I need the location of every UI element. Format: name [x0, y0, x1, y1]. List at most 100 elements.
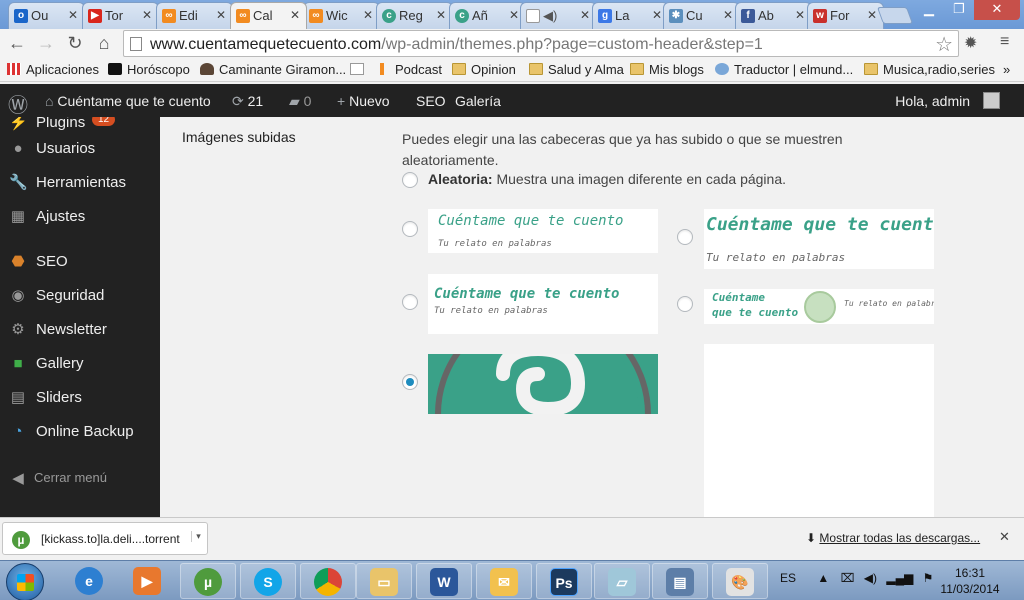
bookmark-page[interactable]	[350, 62, 369, 77]
tab-wp[interactable]: ✱ Cu ✕	[663, 2, 740, 29]
header-option-radio[interactable]	[677, 296, 693, 312]
sidebar-item-users[interactable]: ● Usuarios	[0, 133, 160, 163]
taskbar-media-player[interactable]: ▶	[120, 563, 176, 599]
account-greeting[interactable]: Hola, admin	[895, 93, 970, 109]
tab-site-reg[interactable]: c Reg ✕	[376, 2, 453, 29]
close-icon[interactable]: ✕	[436, 8, 446, 22]
random-header-radio[interactable]	[402, 172, 418, 188]
avatar[interactable]	[983, 92, 1000, 109]
show-all-downloads[interactable]: ⬇ Mostrar todas las descargas...	[806, 531, 980, 545]
sidebar-item-tools[interactable]: 🔧 Herramientas	[0, 167, 160, 197]
extension-icon[interactable]: ✹	[964, 33, 977, 53]
sidebar-item-settings[interactable]: ▦ Ajustes	[0, 201, 160, 231]
bookmark-star-icon[interactable]: ☆	[935, 32, 953, 57]
back-icon[interactable]: ←	[6, 32, 28, 54]
bookmark-apps[interactable]: Aplicaciones	[7, 62, 99, 77]
sidebar-item-sliders[interactable]: ▤ Sliders	[0, 382, 160, 412]
taskbar-chrome[interactable]	[300, 563, 356, 599]
taskbar-ie[interactable]: e	[62, 563, 118, 599]
bookmark-mis-blogs[interactable]: Mis blogs	[630, 62, 704, 77]
bookmark-musica[interactable]: Musica,radio,series	[864, 62, 995, 77]
taskbar-skype[interactable]: S	[240, 563, 296, 599]
sidebar-item-gallery[interactable]: ■ Gallery	[0, 348, 160, 378]
new-content-link[interactable]: + Nuevo	[337, 93, 390, 109]
download-item[interactable]: µ [kickass.to]la.deli....torrent ▾	[2, 522, 208, 555]
taskbar-paint[interactable]: 🎨	[712, 563, 768, 599]
tab-blogger-edit[interactable]: ∞ Edi ✕	[156, 2, 233, 29]
home-icon[interactable]: ⌂	[93, 32, 115, 54]
close-icon[interactable]: ✕	[999, 529, 1010, 545]
header-thumbnail[interactable]: Cuéntame que te cuento Tu relato en pala…	[428, 274, 658, 334]
bookmark-salud[interactable]: Salud y Alma	[529, 62, 624, 77]
tab-wunderground[interactable]: w For ✕	[807, 2, 884, 29]
signal-icon[interactable]: ▂▄▆	[886, 571, 913, 585]
taskbar-notepad[interactable]: ▱	[594, 563, 650, 599]
close-icon[interactable]: ✕	[652, 8, 662, 22]
close-icon[interactable]: ✕	[216, 8, 226, 22]
tab-site-an[interactable]: c Añ ✕	[449, 2, 526, 29]
site-name-link[interactable]: ⌂ Cuéntame que te cuento	[45, 93, 211, 109]
close-icon[interactable]: ✕	[867, 8, 877, 22]
volume-icon[interactable]: ◀)	[864, 571, 877, 585]
header-thumbnail[interactable]: Cuéntame que te cuento Tu relato en pala…	[704, 289, 934, 324]
header-thumbnail-logo[interactable]	[428, 354, 658, 414]
forward-icon[interactable]: →	[35, 32, 57, 54]
sidebar-item-online-backup[interactable]: ◔ Online Backup	[0, 416, 160, 446]
close-icon[interactable]: ✕	[290, 8, 300, 22]
gallery-link[interactable]: Galería	[455, 93, 501, 109]
menu-icon[interactable]: ≡	[1000, 33, 1009, 51]
tab-youtube[interactable]: ▶ Tor ✕	[82, 2, 159, 29]
header-option-radio[interactable]	[402, 221, 418, 237]
comments-link[interactable]: ▰ 0	[289, 93, 311, 110]
collapse-menu-button[interactable]: ◀ Cerrar menú	[0, 463, 160, 493]
close-window-button[interactable]: ✕	[974, 0, 1020, 20]
taskbar-outlook[interactable]: ✉	[476, 563, 532, 599]
maximize-button[interactable]: ❐	[944, 0, 974, 20]
tab-outlook[interactable]: o Ou ✕	[8, 2, 85, 29]
header-option-radio-selected[interactable]	[402, 374, 418, 390]
header-option-radio[interactable]	[677, 229, 693, 245]
sidebar-item-seo[interactable]: ⬣ SEO	[0, 246, 160, 276]
close-icon[interactable]: ✕	[580, 8, 590, 22]
bookmark-podcast[interactable]: Podcast	[380, 62, 442, 77]
header-thumbnail[interactable]: Cuéntame que te cuento Tu relato en pala…	[428, 209, 658, 253]
taskbar-presentation[interactable]: ▤	[652, 563, 708, 599]
header-thumbnail[interactable]: Cuéntame que te cuento Tu relato en pala…	[704, 209, 934, 269]
language-indicator[interactable]: ES	[780, 571, 796, 585]
sidebar-item-security[interactable]: ◉ Seguridad	[0, 280, 160, 310]
new-tab-button[interactable]	[876, 7, 914, 24]
tab-blogger-wic[interactable]: ∞ Wic ✕	[303, 2, 380, 29]
wordpress-logo-icon[interactable]: Ⓦ	[8, 89, 28, 118]
tab-facebook[interactable]: f Ab ✕	[735, 2, 812, 29]
close-icon[interactable]: ✕	[68, 8, 78, 22]
minimize-button[interactable]: ▁	[914, 0, 944, 20]
bookmark-opinion[interactable]: Opinion	[452, 62, 516, 77]
url-text[interactable]: www.cuentamequetecuento.com/wp-admin/the…	[150, 36, 763, 54]
tab-google[interactable]: g La ✕	[592, 2, 669, 29]
sidebar-item-newsletter[interactable]: ⚙ Newsletter	[0, 314, 160, 344]
close-icon[interactable]: ✕	[509, 8, 519, 22]
bookmark-traductor[interactable]: Traductor | elmund...	[715, 62, 853, 77]
close-icon[interactable]: ✕	[795, 8, 805, 22]
close-icon[interactable]: ✕	[723, 8, 733, 22]
taskbar-utorrent[interactable]: µ	[180, 563, 236, 599]
header-thumbnail-blank[interactable]	[704, 344, 934, 517]
taskbar-explorer[interactable]: ▭	[356, 563, 412, 599]
address-bar[interactable]: www.cuentamequetecuento.com/wp-admin/the…	[123, 30, 959, 57]
reload-icon[interactable]: ↻	[64, 32, 86, 54]
bookmarks-overflow[interactable]: »	[1003, 62, 1010, 77]
show-all-downloads-link[interactable]: Mostrar todas las descargas...	[819, 531, 980, 545]
header-option-radio[interactable]	[402, 294, 418, 310]
start-button[interactable]	[6, 563, 44, 600]
taskbar-word[interactable]: W	[416, 563, 472, 599]
network-device-icon[interactable]: ⌧	[841, 571, 855, 585]
chevron-down-icon[interactable]: ▾	[191, 531, 205, 542]
updates-link[interactable]: ⟳ 21	[232, 93, 263, 110]
close-icon[interactable]: ✕	[363, 8, 373, 22]
seo-link[interactable]: SEO	[416, 93, 446, 109]
tab-audio[interactable]: ◀) ✕	[520, 2, 597, 29]
tab-active[interactable]: ∞ Cal ✕	[230, 2, 307, 29]
taskbar-photoshop[interactable]: Ps	[536, 563, 592, 599]
close-icon[interactable]: ✕	[142, 8, 152, 22]
bookmark-caminante[interactable]: Caminante Giramon...	[200, 62, 346, 77]
